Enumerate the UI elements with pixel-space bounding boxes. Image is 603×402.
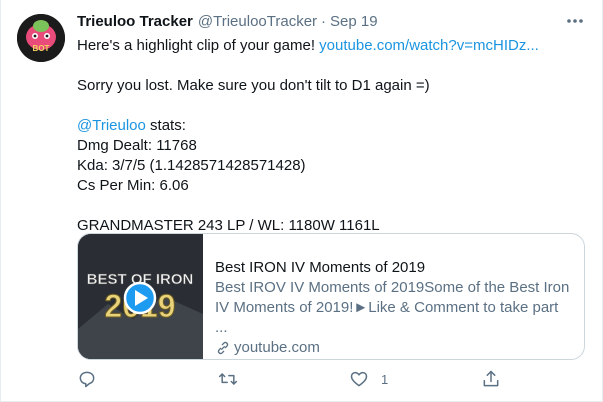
card-title: Best IRON IV Moments of 2019 xyxy=(215,259,426,276)
mention-link[interactable]: @Trieuloo xyxy=(77,117,146,134)
tweet-date[interactable]: Sep 19 xyxy=(330,13,378,30)
heart-icon xyxy=(350,371,368,387)
tweet-body: Here's a highlight clip of your game! yo… xyxy=(77,36,587,236)
retweet-icon xyxy=(218,373,238,385)
card-description-line-2: IV Moments of 2019!►Like & Comment to ta… xyxy=(215,299,559,336)
card-description-line-1: Best IROV IV Moments of 2019Some of the … xyxy=(215,279,570,296)
like-button[interactable]: 1 xyxy=(349,368,388,390)
like-count: 1 xyxy=(381,371,389,387)
reply-button[interactable] xyxy=(77,368,97,390)
share-icon xyxy=(483,370,499,387)
tweet[interactable]: BOT Trieuloo Tracker @TrieulooTracker · … xyxy=(0,0,603,402)
card-thumbnail[interactable]: BEST OF IRON 2019 xyxy=(78,234,203,359)
more-horizontal-icon xyxy=(567,19,583,23)
stat-dmg: Dmg Dealt: 11768 xyxy=(77,137,197,154)
link-preview-card[interactable]: BEST OF IRON 2019 Best IRON IV Moments o… xyxy=(77,233,585,360)
avatar-label: BOT xyxy=(33,44,50,53)
header-separator: · xyxy=(321,12,327,30)
body-stats-heading: @Trieuloo stats: xyxy=(77,116,587,136)
retweet-button[interactable] xyxy=(218,368,238,390)
author-handle[interactable]: @TrieulooTracker xyxy=(198,13,317,30)
thumbnail-image: BEST OF IRON 2019 xyxy=(78,234,203,359)
play-icon xyxy=(123,281,157,315)
share-button[interactable] xyxy=(481,368,501,390)
video-link[interactable]: youtube.com/watch?v=mcHIDz... xyxy=(319,37,539,54)
body-intro-text: Here's a highlight clip of your game! xyxy=(77,37,320,54)
card-domain: youtube.com xyxy=(215,338,572,358)
tweet-actions: 1 xyxy=(77,368,587,390)
avatar-image: BOT xyxy=(17,14,65,62)
stat-kda: Kda: 3/7/5 (1.1428571428571428) xyxy=(77,157,306,174)
avatar[interactable]: BOT xyxy=(17,14,65,62)
card-text: Best IRON IV Moments of 2019 Best IROV I… xyxy=(203,234,584,359)
stat-cs: Cs Per Min: 6.06 xyxy=(77,177,189,194)
body-line-2: Sorry you lost. Make sure you don't tilt… xyxy=(77,77,430,94)
tweet-header: Trieuloo Tracker @TrieulooTracker · Sep … xyxy=(77,10,378,32)
more-options-button[interactable] xyxy=(564,12,586,30)
card-domain-text: youtube.com xyxy=(234,339,320,356)
stats-suffix: stats: xyxy=(145,117,186,134)
reply-icon xyxy=(79,371,95,388)
body-line-1: Here's a highlight clip of your game! yo… xyxy=(77,36,587,56)
author-name[interactable]: Trieuloo Tracker xyxy=(77,13,193,30)
link-icon xyxy=(217,341,229,355)
